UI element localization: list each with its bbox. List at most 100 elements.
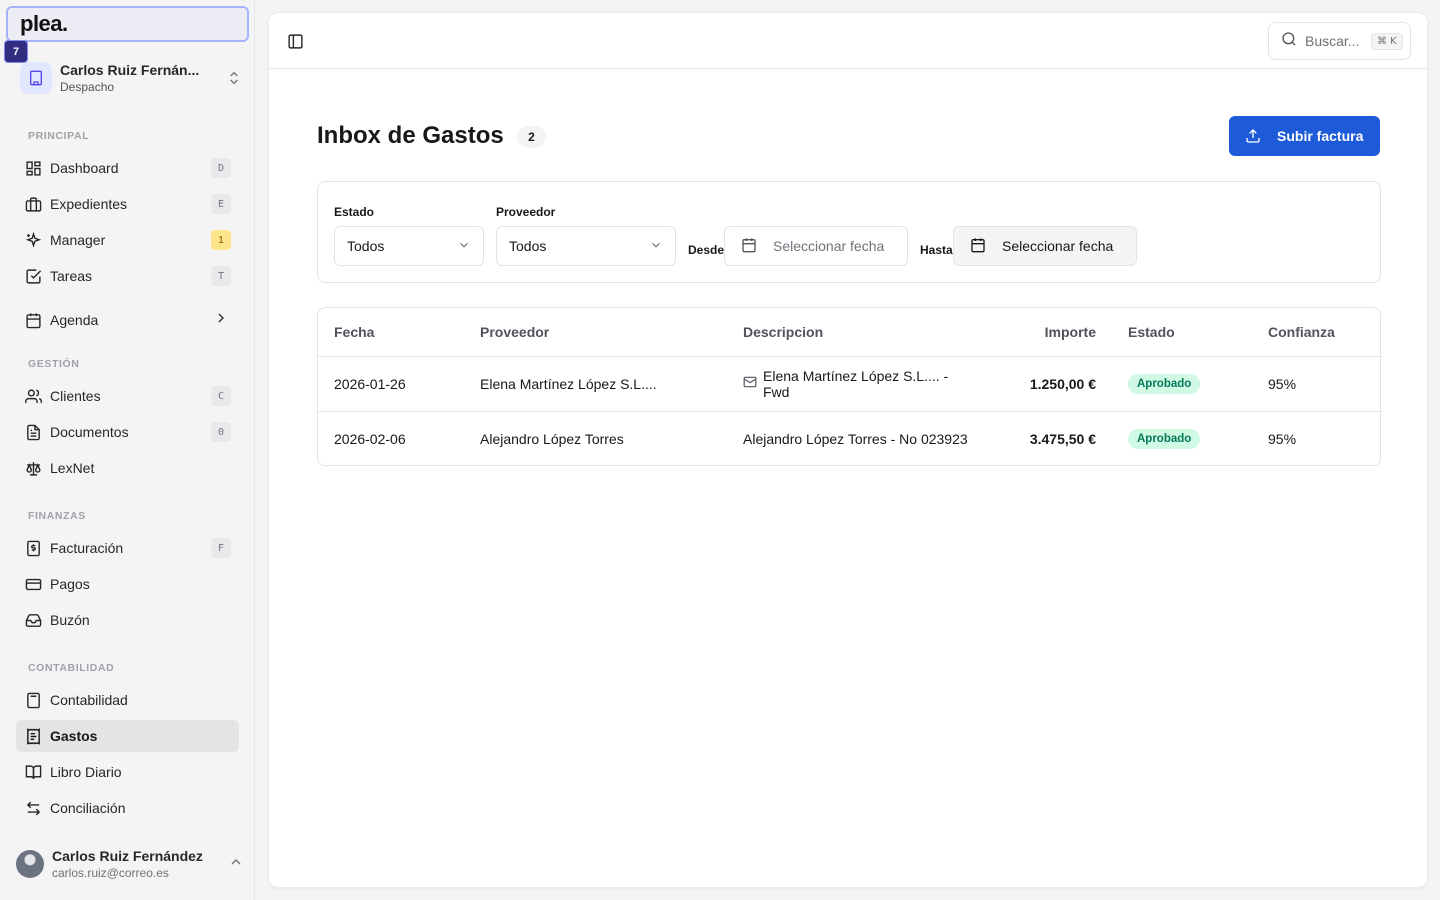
user-email: carlos.ruiz@correo.es bbox=[52, 866, 169, 880]
search-shortcut: ⌘ K bbox=[1371, 32, 1403, 50]
inbox-icon bbox=[24, 611, 42, 629]
estado-value: Todos bbox=[347, 238, 385, 254]
column-header-estado[interactable]: Estado bbox=[1112, 308, 1252, 357]
estado-label: Estado bbox=[334, 205, 375, 219]
shortcut-key: D bbox=[211, 158, 231, 178]
filters-panel: Estado Todos Proveedor Todos Desde Selec… bbox=[317, 181, 1381, 283]
search-box[interactable]: ⌘ K bbox=[1268, 22, 1411, 60]
desde-date-picker[interactable]: Seleccionar fecha bbox=[724, 226, 908, 266]
upload-label: Subir factura bbox=[1277, 128, 1364, 144]
hasta-label: Hasta bbox=[920, 243, 953, 257]
column-header-confianza[interactable]: Confianza bbox=[1252, 308, 1380, 357]
nav-label: Documentos bbox=[50, 424, 129, 440]
nav-item-gastos[interactable]: Gastos bbox=[16, 720, 239, 752]
building-icon bbox=[20, 62, 52, 94]
credit-card-icon bbox=[24, 575, 42, 593]
sidebar-toggle-button[interactable] bbox=[285, 31, 305, 51]
search-icon bbox=[1281, 31, 1297, 52]
logo-container[interactable]: plea. bbox=[6, 6, 249, 42]
sidebar: plea. 7 Carlos Ruiz Fernán... Despacho P… bbox=[0, 0, 255, 900]
nav-item-facturacion[interactable]: Facturación F bbox=[16, 532, 239, 564]
nav-item-conciliacion[interactable]: Conciliación bbox=[16, 792, 239, 824]
user-menu[interactable]: Carlos Ruiz Fernández carlos.ruiz@correo… bbox=[16, 846, 244, 882]
table-header-row: Fecha Proveedor Descripcion Importe Esta… bbox=[318, 308, 1380, 357]
cell-proveedor: Alejandro López Torres bbox=[464, 410, 727, 465]
upload-invoice-button[interactable]: Subir factura bbox=[1229, 116, 1380, 156]
chevron-down-icon bbox=[457, 238, 471, 255]
cell-fecha: 2026-01-26 bbox=[334, 375, 406, 392]
description-text: Elena Martínez López S.L.... - Fwd bbox=[763, 367, 949, 400]
nav-label: Libro Diario bbox=[50, 764, 122, 780]
arrow-left-right-icon bbox=[24, 799, 42, 817]
desde-value: Seleccionar fecha bbox=[773, 238, 885, 254]
nav-item-libro-diario[interactable]: Libro Diario bbox=[16, 756, 239, 788]
nav-item-pagos[interactable]: Pagos bbox=[16, 568, 239, 600]
users-icon bbox=[24, 387, 42, 405]
estado-select[interactable]: Todos bbox=[334, 226, 484, 266]
nav-item-contabilidad[interactable]: Contabilidad bbox=[16, 684, 239, 716]
nav-item-lexnet[interactable]: LexNet bbox=[16, 452, 239, 484]
status-badge: Aprobado bbox=[1128, 373, 1201, 394]
calendar-icon bbox=[741, 237, 757, 256]
nav-item-tareas[interactable]: Tareas T bbox=[16, 260, 239, 292]
cell-importe: 1.250,00 € bbox=[1029, 375, 1096, 392]
page-title: Inbox de Gastos bbox=[317, 122, 504, 149]
nav-label: Gastos bbox=[50, 728, 98, 744]
cell-estado: Aprobado bbox=[1112, 356, 1252, 411]
cell-descripcion: Elena Martínez López S.L.... - Fwd bbox=[727, 356, 987, 411]
nav-label: Dashboard bbox=[50, 160, 119, 176]
column-header-importe[interactable]: Importe bbox=[987, 308, 1112, 357]
sparkles-icon bbox=[24, 231, 42, 249]
section-label-principal: PRINCIPAL bbox=[28, 130, 90, 142]
shortcut-key: C bbox=[211, 386, 231, 406]
column-header-descripcion[interactable]: Descripcion bbox=[727, 308, 987, 357]
proveedor-select[interactable]: Todos bbox=[496, 226, 676, 266]
table-row[interactable]: 2026-01-26 Elena Martínez López S.L.... … bbox=[318, 356, 1380, 411]
top-bar: ⌘ K bbox=[269, 13, 1427, 69]
nav-label: Expedientes bbox=[50, 196, 128, 212]
cell-confianza: 95% bbox=[1252, 410, 1380, 465]
chevron-down-icon bbox=[649, 238, 663, 255]
nav-item-agenda[interactable]: Agenda bbox=[16, 304, 239, 336]
layout-dashboard-icon bbox=[24, 159, 42, 177]
user-name: Carlos Ruiz Fernández bbox=[52, 848, 203, 864]
nav-item-documentos[interactable]: Documentos 0 bbox=[16, 416, 239, 448]
nav-item-manager[interactable]: Manager 1 bbox=[16, 224, 239, 256]
section-label-finanzas: FINANZAS bbox=[28, 510, 86, 522]
hasta-date-picker[interactable]: Seleccionar fecha bbox=[953, 226, 1137, 266]
nav-label: Agenda bbox=[50, 312, 99, 328]
hasta-value: Seleccionar fecha bbox=[1002, 238, 1114, 254]
cell-importe: 3.475,50 € bbox=[987, 410, 1112, 465]
org-name: Carlos Ruiz Fernán... bbox=[60, 62, 200, 78]
nav-item-clientes[interactable]: Clientes C bbox=[16, 380, 239, 412]
cell-fecha: 2026-02-06 bbox=[318, 410, 464, 465]
org-switcher[interactable]: Carlos Ruiz Fernán... Despacho bbox=[20, 60, 242, 96]
nav-item-dashboard[interactable]: Dashboard D bbox=[16, 152, 239, 184]
expenses-table: Fecha Proveedor Descripcion Importe Esta… bbox=[317, 307, 1381, 466]
section-label-contabilidad: CONTABILIDAD bbox=[28, 662, 115, 674]
column-header-fecha[interactable]: Fecha bbox=[318, 308, 464, 357]
shortcut-key: F bbox=[211, 538, 231, 558]
org-subtitle: Despacho bbox=[60, 80, 115, 94]
scale-icon bbox=[24, 459, 42, 477]
receipt-icon bbox=[24, 539, 42, 557]
nav-label: Pagos bbox=[50, 576, 90, 592]
nav-label: LexNet bbox=[50, 460, 95, 476]
upload-icon bbox=[1246, 129, 1260, 143]
nav-item-expedientes[interactable]: Expedientes E bbox=[16, 188, 239, 220]
check-square-icon bbox=[24, 267, 42, 285]
receipt-text-icon bbox=[24, 727, 42, 745]
chevrons-up-down-icon bbox=[226, 70, 242, 86]
shortcut-key: T bbox=[211, 266, 231, 286]
column-header-proveedor[interactable]: Proveedor bbox=[464, 308, 727, 357]
nav-label: Facturación bbox=[50, 540, 124, 556]
cell-descripcion: Alejandro López Torres - No 023923 bbox=[727, 410, 987, 465]
search-input[interactable] bbox=[1305, 33, 1367, 49]
section-label-gestion: GESTIÓN bbox=[28, 358, 80, 370]
table-row[interactable]: 2026-02-06 Alejandro López Torres Alejan… bbox=[318, 410, 1380, 465]
nav-item-buzon[interactable]: Buzón bbox=[16, 604, 239, 636]
nav-label: Buzón bbox=[50, 612, 90, 628]
count-badge: 2 bbox=[517, 126, 546, 148]
cell-confianza: 95% bbox=[1268, 375, 1297, 392]
chevron-up-icon bbox=[228, 854, 244, 875]
